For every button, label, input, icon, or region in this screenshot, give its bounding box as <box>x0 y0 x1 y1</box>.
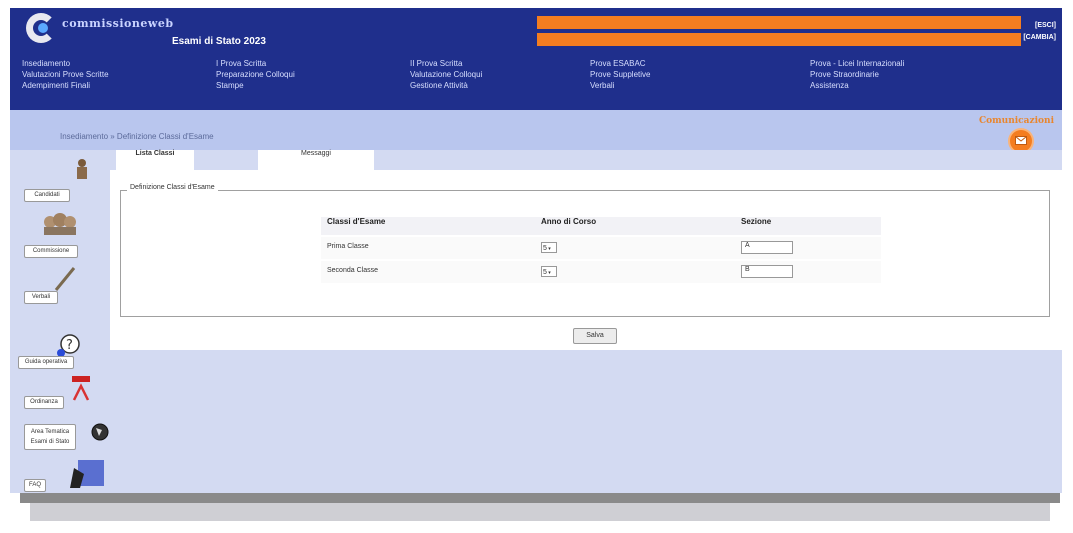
tab-lista-classi[interactable]: Lista Classi <box>116 150 194 170</box>
column-header-classi: Classi d'Esame <box>327 217 386 226</box>
sidebar-button-faq[interactable]: FAQ <box>24 479 46 492</box>
menu-column: II Prova Scritta Valutazione Colloqui Ge… <box>410 58 482 91</box>
menu-item-gestione-attivita[interactable]: Gestione Attività <box>410 80 482 91</box>
window-shadow <box>20 493 1060 503</box>
menu-item-i-prova-scritta[interactable]: I Prova Scritta <box>216 58 295 69</box>
anno-select[interactable]: 5 ▾ <box>541 266 557 277</box>
main-content: Lista Classi Messaggi Definizione Classi… <box>110 150 1062 350</box>
table-row: Seconda Classe 5 ▾ B <box>321 261 881 283</box>
chevron-down-icon: ▾ <box>546 246 551 252</box>
status-bar-1 <box>537 16 1021 29</box>
menu-item-valutazioni-prove-scritte[interactable]: Valutazioni Prove Scritte <box>22 69 109 80</box>
main-menu: Insediamento Valutazioni Prove Scritte A… <box>10 54 1062 110</box>
column-header-sezione: Sezione <box>741 217 772 226</box>
switch-link[interactable]: [CAMBIA] <box>1023 32 1056 44</box>
breadcrumb-band: Insediamento » Definizione Classi d'Esam… <box>10 110 1062 152</box>
anno-select[interactable]: 5 ▾ <box>541 242 557 253</box>
window-shadow-lower <box>30 503 1050 521</box>
menu-item-insediamento[interactable]: Insediamento <box>22 58 109 69</box>
breadcrumb: Insediamento » Definizione Classi d'Esam… <box>60 132 214 141</box>
menu-item-licei-internazionali[interactable]: Prova - Licei Internazionali <box>810 58 904 69</box>
class-name: Seconda Classe <box>327 267 378 274</box>
tab-messaggi[interactable]: Messaggi <box>258 150 374 170</box>
menu-column: I Prova Scritta Preparazione Colloqui St… <box>216 58 295 91</box>
comunicazioni-label[interactable]: Comunicazioni <box>979 116 1054 126</box>
chevron-down-icon: ▾ <box>546 270 551 276</box>
menu-column: Prova ESABAC Prove Suppletive Verbali <box>590 58 650 91</box>
pen-icon <box>54 266 76 292</box>
menu-item-stampe[interactable]: Stampe <box>216 80 295 91</box>
menu-item-valutazione-colloqui[interactable]: Valutazione Colloqui <box>410 69 482 80</box>
menu-item-prove-straordinarie[interactable]: Prove Straordinarie <box>810 69 904 80</box>
menu-item-preparazione-colloqui[interactable]: Preparazione Colloqui <box>216 69 295 80</box>
sidebar-button-ordinanza[interactable]: Ordinanza <box>24 396 64 409</box>
sezione-input[interactable]: A <box>741 241 793 254</box>
menu-item-verbali[interactable]: Verbali <box>590 80 650 91</box>
help-icon: ? <box>56 334 80 358</box>
brand-name: commissioneweb <box>62 17 174 30</box>
sidebar-button-area-tematica[interactable]: Area Tematica Esami di Stato <box>24 424 76 450</box>
logout-link[interactable]: [ESCI] <box>1023 20 1056 32</box>
person-icon <box>74 158 90 180</box>
sidebar-button-candidati[interactable]: Candidati <box>24 189 70 202</box>
menu-column: Prova - Licei Internazionali Prove Strao… <box>810 58 904 91</box>
class-name: Prima Classe <box>327 243 369 250</box>
logo <box>26 13 64 45</box>
menu-item-ii-prova-scritta[interactable]: II Prova Scritta <box>410 58 482 69</box>
svg-text:?: ? <box>66 338 73 353</box>
app-subtitle: Esami di Stato 2023 <box>172 36 266 47</box>
top-bar: commissioneweb Esami di Stato 2023 [ESCI… <box>10 8 1062 54</box>
faq-icon <box>70 460 104 488</box>
sidebar-button-guida-operativa[interactable]: Guida operativa <box>18 356 74 369</box>
sidebar-button-commissione[interactable]: Commissione <box>24 245 78 258</box>
app-frame: commissioneweb Esami di Stato 2023 [ESCI… <box>10 8 1062 493</box>
sezione-input[interactable]: B <box>741 265 793 278</box>
pdf-icon <box>70 374 92 402</box>
sidebar-button-verbali[interactable]: Verbali <box>24 291 58 304</box>
fieldset-legend: Definizione Classi d'Esame <box>127 184 218 191</box>
menu-item-prove-suppletive[interactable]: Prove Suppletive <box>590 69 650 80</box>
header-links: [ESCI] [CAMBIA] <box>1023 20 1056 44</box>
status-bar-2 <box>537 33 1021 46</box>
menu-item-assistenza[interactable]: Assistenza <box>810 80 904 91</box>
menu-item-prova-esabac[interactable]: Prova ESABAC <box>590 58 650 69</box>
menu-item-adempimenti-finali[interactable]: Adempimenti Finali <box>22 80 109 91</box>
definizione-classi-fieldset: Definizione Classi d'Esame Classi d'Esam… <box>120 184 1050 317</box>
menu-column: Insediamento Valutazioni Prove Scritte A… <box>22 58 109 91</box>
group-icon <box>40 213 80 235</box>
save-button[interactable]: Salva <box>573 328 617 344</box>
envelope-icon[interactable] <box>1010 130 1032 152</box>
table-row: Prima Classe 5 ▾ A <box>321 237 881 259</box>
tab-bar: Lista Classi Messaggi <box>110 150 1062 170</box>
globe-icon <box>90 422 110 442</box>
column-header-anno: Anno di Corso <box>541 217 597 226</box>
